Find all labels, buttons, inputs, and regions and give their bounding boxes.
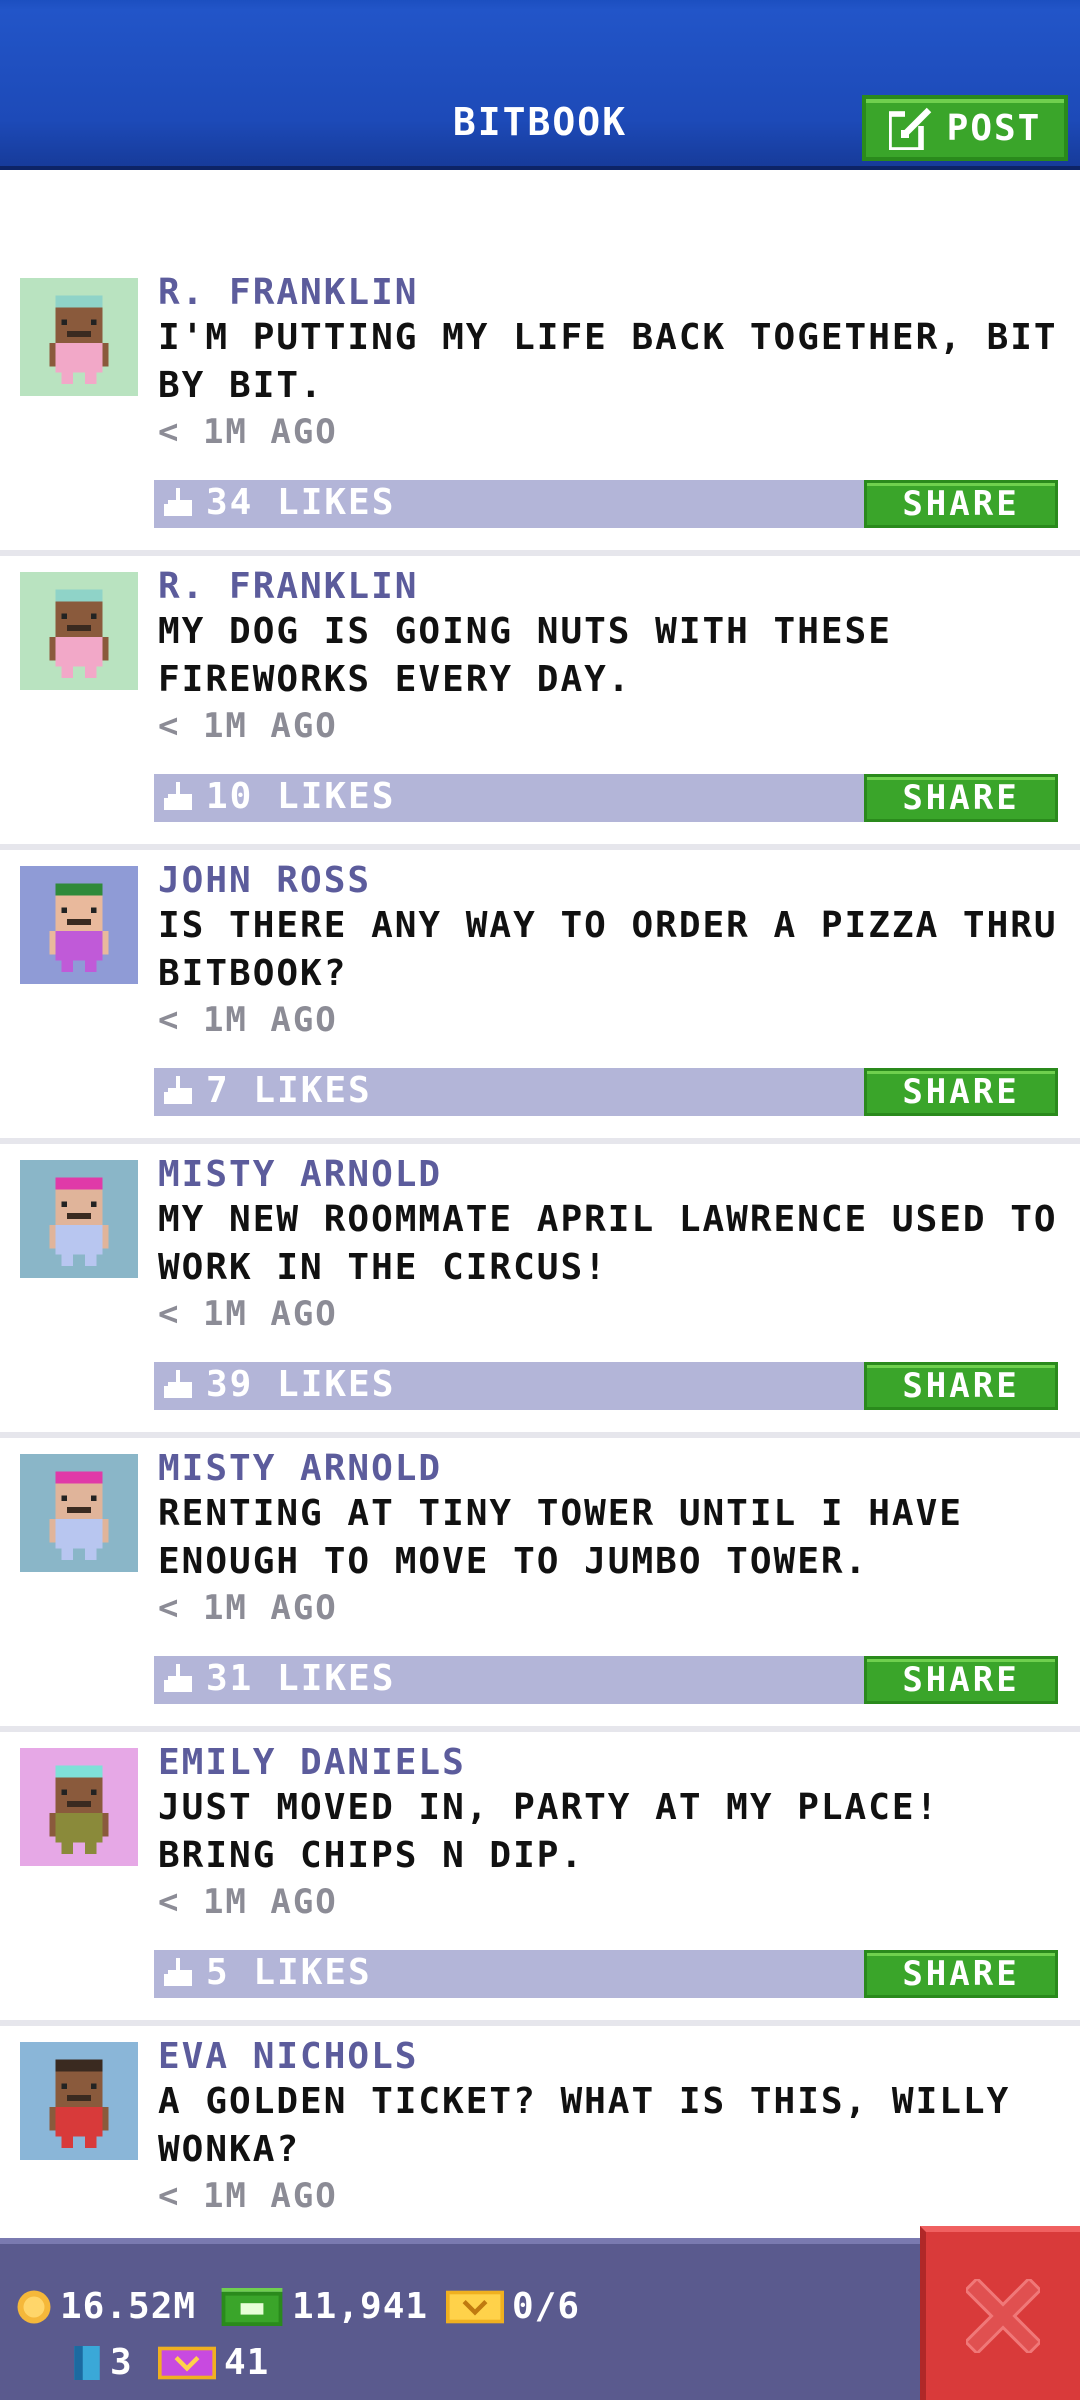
- thumbs-up-icon: [164, 1664, 192, 1692]
- bux-stat: 11,941: [220, 2286, 428, 2327]
- likes-count: 10 LIKES: [206, 776, 396, 817]
- vip-stat: 41: [158, 2342, 269, 2383]
- post-button-label: POST: [946, 107, 1042, 149]
- thumbs-up-icon: [164, 1370, 192, 1398]
- thumbs-up-icon: [164, 782, 192, 810]
- feed-post: R. FRANKLIN I'M PUTTING MY LIFE BACK TOG…: [0, 262, 1080, 556]
- status-footer: 16.52M 11,941 0/6 3 41: [0, 2238, 1080, 2400]
- vip-value: 41: [224, 2342, 270, 2383]
- compose-icon: [888, 106, 933, 150]
- thumbs-up-icon: [164, 488, 192, 516]
- thumbs-up-icon: [164, 1076, 192, 1104]
- post-time: < 1M AGO: [158, 706, 338, 746]
- avatar[interactable]: [20, 866, 138, 984]
- floors-value: 3: [110, 2342, 133, 2383]
- share-button[interactable]: SHARE: [864, 1362, 1058, 1410]
- post-time: < 1M AGO: [158, 1294, 338, 1334]
- post-author[interactable]: R. FRANKLIN: [158, 566, 418, 607]
- post-author[interactable]: EVA NICHOLS: [158, 2036, 418, 2077]
- bux-icon: [221, 2287, 283, 2326]
- likes-count: 34 LIKES: [206, 482, 396, 523]
- likes-count: 5 LIKES: [206, 1952, 372, 1993]
- share-button[interactable]: SHARE: [864, 480, 1058, 528]
- coin-icon: [17, 2290, 51, 2323]
- coins-value: 16.52M: [60, 2286, 197, 2327]
- post-time: < 1M AGO: [158, 1882, 338, 1922]
- post-time: < 1M AGO: [158, 1588, 338, 1628]
- share-button[interactable]: SHARE: [864, 1950, 1058, 1998]
- likes-count: 7 LIKES: [206, 1070, 372, 1111]
- elevator-icon: [74, 2345, 100, 2380]
- post-message: A GOLDEN TICKET? WHAT IS THIS, WILLY WON…: [158, 2081, 1011, 2170]
- post-author[interactable]: EMILY DANIELS: [158, 1742, 466, 1783]
- post-message: RENTING AT TINY TOWER UNTIL I HAVE ENOUG…: [158, 1493, 963, 1582]
- feed-post: MISTY ARNOLD RENTING AT TINY TOWER UNTIL…: [0, 1438, 1080, 1732]
- app-header: BITBOOK POST: [0, 0, 1080, 170]
- bux-value: 11,941: [292, 2286, 429, 2327]
- share-button[interactable]: SHARE: [864, 774, 1058, 822]
- post-message: MY DOG IS GOING NUTS WITH THESE FIREWORK…: [158, 611, 892, 700]
- post-message: JUST MOVED IN, PARTY AT MY PLACE! BRING …: [158, 1787, 940, 1876]
- vip-ticket-icon: [158, 2346, 216, 2379]
- likes-count: 39 LIKES: [206, 1364, 396, 1405]
- share-button[interactable]: SHARE: [864, 1656, 1058, 1704]
- avatar[interactable]: [20, 1160, 138, 1278]
- post-time: < 1M AGO: [158, 1000, 338, 1040]
- avatar[interactable]: [20, 2042, 138, 2160]
- post-time: < 1M AGO: [158, 2176, 338, 2216]
- feed-post: MISTY ARNOLD MY NEW ROOMMATE APRIL LAWRE…: [0, 1144, 1080, 1438]
- post-time: < 1M AGO: [158, 412, 338, 452]
- post-author[interactable]: MISTY ARNOLD: [158, 1448, 442, 1489]
- feed-post: EMILY DANIELS JUST MOVED IN, PARTY AT MY…: [0, 1732, 1080, 2026]
- likes-count: 31 LIKES: [206, 1658, 396, 1699]
- close-button[interactable]: [920, 2226, 1080, 2400]
- feed-post: R. FRANKLIN MY DOG IS GOING NUTS WITH TH…: [0, 556, 1080, 850]
- news-feed[interactable]: R. FRANKLIN I'M PUTTING MY LIFE BACK TOG…: [0, 262, 1080, 2320]
- floors-stat: 3: [72, 2342, 133, 2383]
- close-icon: [966, 2279, 1040, 2353]
- avatar[interactable]: [20, 278, 138, 396]
- share-button[interactable]: SHARE: [864, 1068, 1058, 1116]
- avatar[interactable]: [20, 572, 138, 690]
- post-author[interactable]: R. FRANKLIN: [158, 272, 418, 313]
- golden-ticket-icon: [446, 2290, 504, 2323]
- post-button[interactable]: POST: [862, 95, 1068, 161]
- avatar[interactable]: [20, 1748, 138, 1866]
- post-author[interactable]: MISTY ARNOLD: [158, 1154, 442, 1195]
- coins-stat: 16.52M: [16, 2286, 196, 2327]
- avatar[interactable]: [20, 1454, 138, 1572]
- feed-post: JOHN ROSS IS THERE ANY WAY TO ORDER A PI…: [0, 850, 1080, 1144]
- tickets-value: 0/6: [512, 2286, 581, 2327]
- tickets-stat: 0/6: [446, 2286, 580, 2327]
- thumbs-up-icon: [164, 1958, 192, 1986]
- post-author[interactable]: JOHN ROSS: [158, 860, 371, 901]
- post-message: MY NEW ROOMMATE APRIL LAWRENCE USED TO W…: [158, 1199, 1058, 1288]
- post-message: IS THERE ANY WAY TO ORDER A PIZZA THRU B…: [158, 905, 1058, 994]
- post-message: I'M PUTTING MY LIFE BACK TOGETHER, BIT B…: [158, 317, 1058, 406]
